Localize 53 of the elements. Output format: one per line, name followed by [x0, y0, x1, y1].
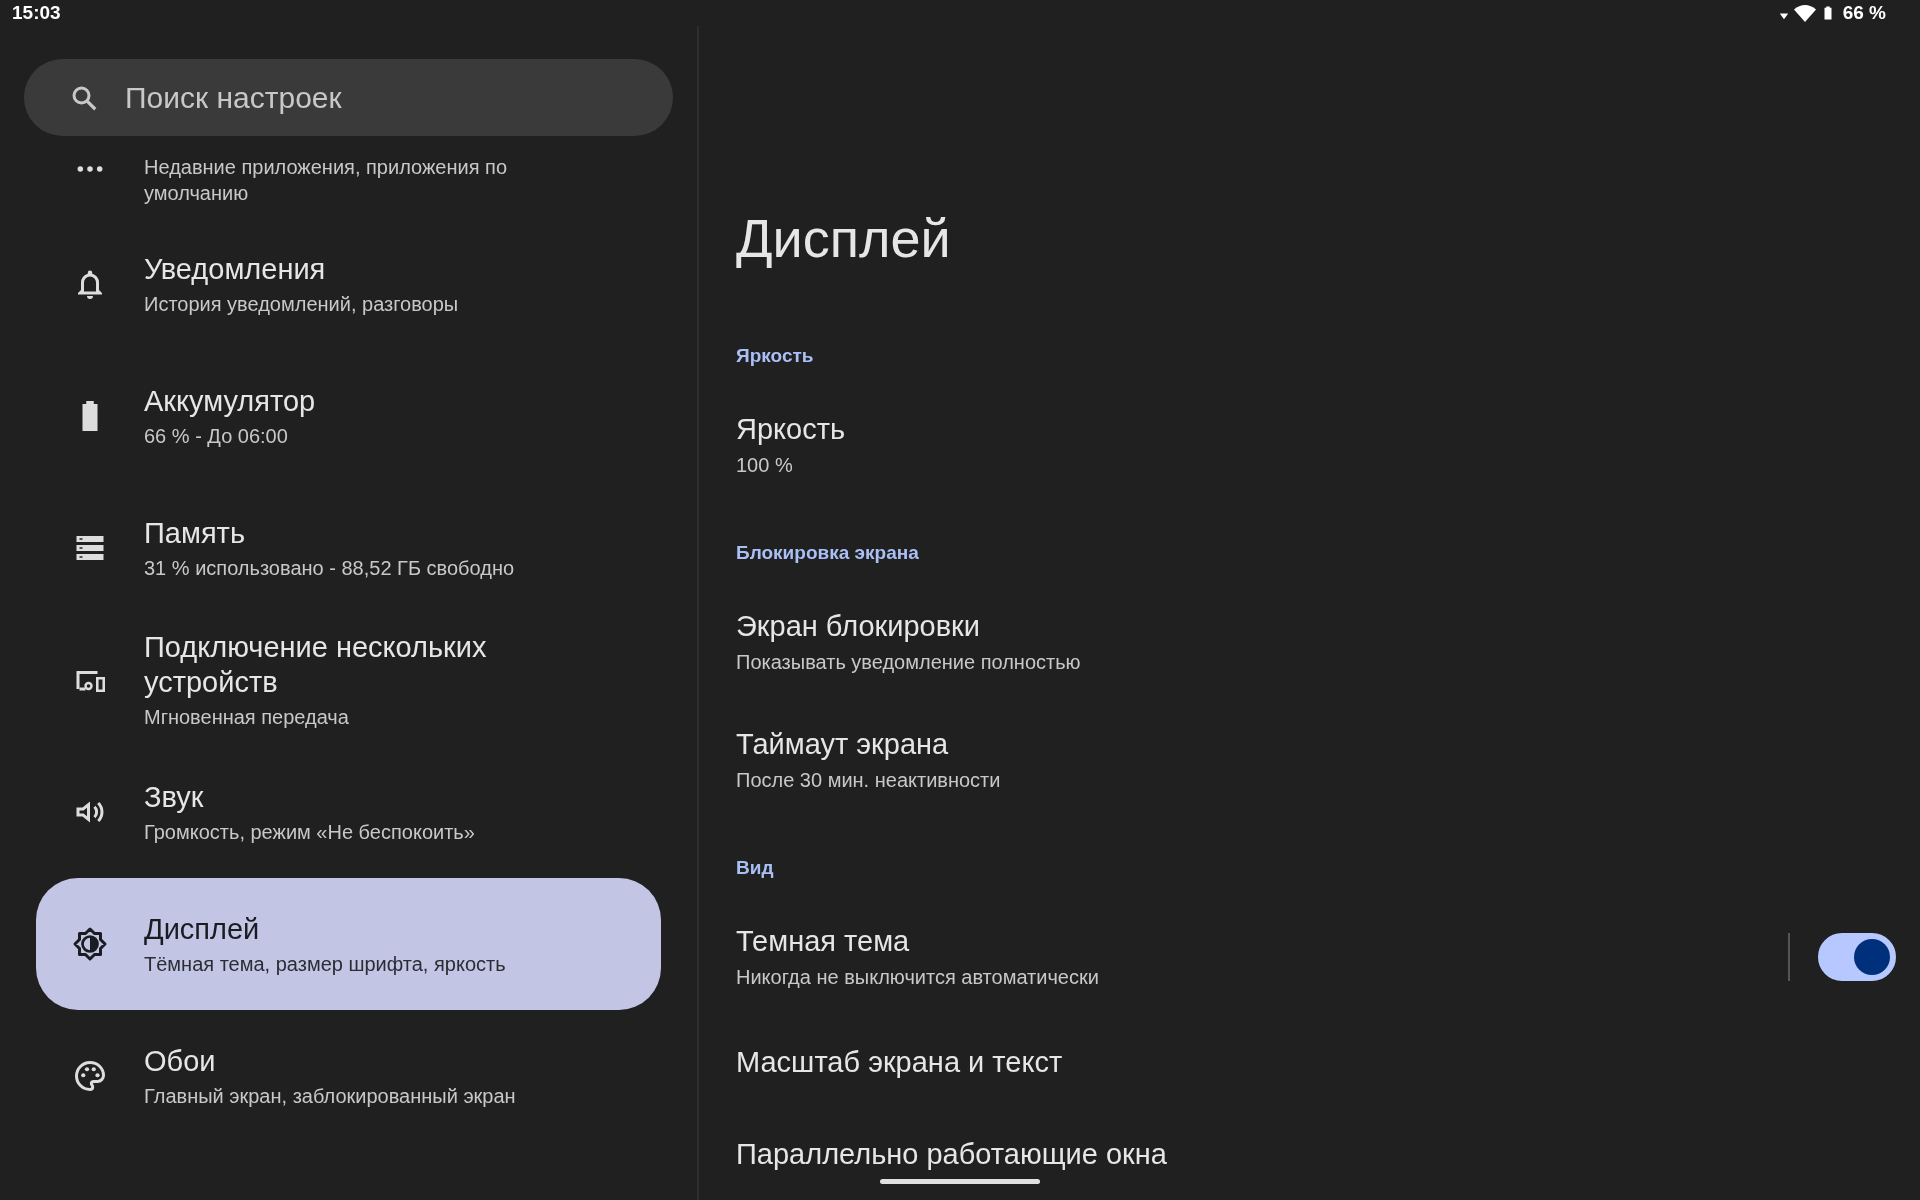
- setting-row[interactable]: Темная тема Никогда не выключится автоматически: [736, 898, 1896, 1016]
- section-header: Яркость: [736, 344, 814, 368]
- settings-category[interactable]: Обои Главный экран, заблокированный экран: [36, 1010, 661, 1142]
- setting-row[interactable]: Таймаут экрана После 30 мин. неактивности: [736, 701, 1896, 819]
- settings-category[interactable]: Недавние приложения, приложения по умолчанию: [36, 136, 661, 218]
- setting-title: Яркость: [736, 412, 847, 446]
- setting-summary: После 30 мин. неактивности: [736, 768, 1002, 793]
- clock-time: 15:03: [12, 2, 61, 24]
- more-icon: [77, 165, 103, 173]
- category-title: Аккумулятор: [144, 383, 317, 419]
- category-summary: Недавние приложения, приложения по умолчанию: [144, 155, 508, 206]
- category-summary: 66 % - До 06:00: [144, 423, 289, 449]
- battery-percent: 66 %: [1842, 2, 1886, 24]
- section-header: Блокировка экрана: [736, 541, 919, 565]
- category-summary: История уведомлений, разговоры: [144, 291, 460, 317]
- settings-category[interactable]: Звук Громкость, режим «Не беспокоить»: [36, 746, 661, 878]
- category-summary: Мгновенная передача: [144, 705, 350, 730]
- settings-category[interactable]: Дисплей Тёмная тема, размер шрифта, яркость: [36, 878, 661, 1010]
- setting-summary: Никогда не выключится автоматически: [736, 965, 1100, 990]
- section-header: Вид: [736, 856, 774, 880]
- setting-title: Таймаут экрана: [736, 727, 950, 761]
- category-title: Обои: [144, 1043, 217, 1079]
- settings-category[interactable]: Аккумулятор 66 % - До 06:00: [36, 350, 661, 482]
- setting-title: Экран блокировки: [736, 609, 981, 643]
- settings-category[interactable]: Уведомления История уведомлений, разговоры: [36, 218, 661, 350]
- setting-row[interactable]: Экран блокировки Показывать уведомление полностью: [736, 583, 1896, 701]
- setting-summary: 100 %: [736, 453, 794, 478]
- category-title: Звук: [144, 779, 205, 815]
- category-summary: Тёмная тема, размер шрифта, яркость: [144, 951, 507, 977]
- setting-row[interactable]: Масштаб экрана и текст: [736, 1016, 1896, 1108]
- gesture-handle[interactable]: [880, 1179, 1040, 1184]
- brightness-icon: [72, 926, 108, 962]
- setting-row[interactable]: Параллельно работающие окна: [736, 1108, 1896, 1200]
- category-title: Подключение нескольких устройств: [144, 630, 488, 700]
- category-title: Дисплей: [144, 911, 261, 947]
- category-summary: 31 % использовано - 88,52 ГБ свободно: [144, 555, 516, 581]
- category-title: Уведомления: [144, 251, 327, 287]
- setting-title: Параллельно работающие окна: [736, 1137, 1168, 1171]
- setting-summary: Показывать уведомление полностью: [736, 650, 1082, 675]
- settings-category[interactable]: Память 31 % использовано - 88,52 ГБ свободно: [36, 482, 661, 614]
- setting-title: Темная тема: [736, 924, 911, 958]
- toggle-switch[interactable]: [1818, 933, 1896, 981]
- search-input[interactable]: Поиск настроек: [123, 79, 673, 116]
- search-bar[interactable]: Поиск настроек: [24, 59, 673, 136]
- category-summary: Громкость, режим «Не беспокоить»: [144, 819, 476, 845]
- signal-arrow-icon: [1778, 11, 1789, 21]
- settings-category[interactable]: Подключение нескольких устройств Мгновенная передача: [36, 614, 661, 746]
- setting-row[interactable]: Яркость 100 %: [736, 386, 1896, 504]
- page-title: Дисплей: [736, 207, 951, 270]
- category-summary: Главный экран, заблокированный экран: [144, 1083, 517, 1109]
- setting-title: Масштаб экрана и текст: [736, 1045, 1064, 1079]
- palette-icon: [72, 1058, 108, 1094]
- category-title: Память: [144, 515, 246, 551]
